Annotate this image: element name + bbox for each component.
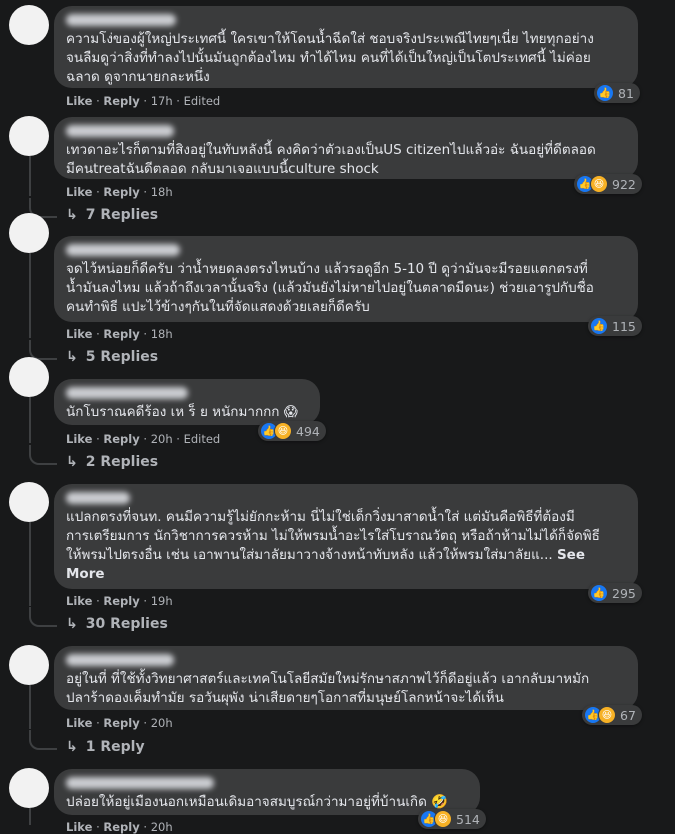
comment-text: ความโง่ของผู้ใหญ่ประเทศนี้ ใครเขาให้โดนน…: [66, 31, 594, 85]
timestamp[interactable]: 20h: [151, 716, 173, 730]
like-reaction-icon: 👍: [590, 317, 608, 335]
edited-label: Edited: [183, 432, 221, 446]
view-replies-button[interactable]: ↳ 7 Replies: [66, 207, 158, 223]
comment-actions: Like · Reply · 19h: [66, 594, 173, 608]
author-name[interactable]: [66, 654, 174, 666]
reply-arrow-icon: ↳: [66, 616, 78, 632]
reactions-count[interactable]: 👍 😆 67: [582, 705, 642, 725]
view-replies-button[interactable]: ↳ 30 Replies: [66, 616, 168, 632]
view-replies-button[interactable]: ↳ 2 Replies: [66, 454, 158, 470]
comment-text: นักโบราณคดีร้อง เห ร็ ย หนักมากกก 😱: [66, 404, 298, 420]
avatar[interactable]: [9, 116, 49, 156]
reply-button[interactable]: Reply: [103, 594, 139, 608]
like-button[interactable]: Like: [66, 185, 92, 199]
timestamp[interactable]: 20h: [151, 432, 173, 446]
reply-button[interactable]: Reply: [103, 820, 139, 834]
reactions-count[interactable]: 👍 115: [588, 316, 642, 336]
timestamp[interactable]: 18h: [151, 185, 173, 199]
avatar[interactable]: [9, 357, 49, 397]
comment-bubble: จดไว้หน่อยก็ดีครับ ว่าน้ำหยดลงตรงไหนบ้าง…: [54, 236, 638, 322]
like-button[interactable]: Like: [66, 432, 92, 446]
haha-reaction-icon: 😆: [274, 422, 292, 440]
comment-actions: Like · Reply · 17h · Edited: [66, 94, 221, 108]
haha-reaction-icon: 😆: [590, 175, 608, 193]
timestamp[interactable]: 19h: [151, 594, 173, 608]
like-button[interactable]: Like: [66, 594, 92, 608]
reactions-count[interactable]: 👍 81: [594, 83, 640, 103]
reply-button[interactable]: Reply: [103, 185, 139, 199]
comment-actions: Like · Reply · 20h: [66, 820, 173, 834]
thread-line: [29, 685, 31, 729]
comment-bubble: แปลกตรงที่จนท. คนมีความรู้ไม่ยักกะห้าม น…: [54, 484, 638, 589]
reply-arrow-icon: ↳: [66, 454, 78, 470]
avatar[interactable]: [9, 645, 49, 685]
timestamp[interactable]: 17h: [151, 94, 173, 108]
author-name[interactable]: [66, 244, 180, 256]
haha-reaction-icon: 😆: [598, 706, 616, 724]
avatar[interactable]: [9, 213, 49, 253]
reply-button[interactable]: Reply: [103, 94, 139, 108]
author-name[interactable]: [66, 492, 130, 504]
reply-button[interactable]: Reply: [103, 432, 139, 446]
haha-reaction-icon: 😆: [434, 810, 452, 828]
reply-button[interactable]: Reply: [103, 716, 139, 730]
timestamp[interactable]: 18h: [151, 327, 173, 341]
thread-connector: [29, 607, 57, 627]
avatar[interactable]: [9, 768, 49, 808]
thread-line: [29, 397, 31, 443]
thread-connector: [29, 730, 57, 750]
reactions-count[interactable]: 👍 😆 494: [258, 421, 326, 441]
reply-arrow-icon: ↳: [66, 349, 78, 365]
comment-bubble: อยู่ในที่ ที่ใช้ทั้งวิทยาศาสตร์และเทคโนโ…: [54, 646, 638, 710]
reply-arrow-icon: ↳: [66, 739, 78, 755]
author-name[interactable]: [66, 14, 176, 26]
comment-text: แปลกตรงที่จนท. คนมีความรู้ไม่ยักกะห้าม น…: [66, 509, 600, 582]
thread-line: [29, 808, 31, 825]
like-button[interactable]: Like: [66, 820, 92, 834]
like-reaction-icon: 👍: [590, 584, 608, 602]
comment-actions: Like · Reply · 18h: [66, 185, 173, 199]
comment-actions: Like · Reply · 18h: [66, 327, 173, 341]
comment-actions: Like · Reply · 20h · Edited: [66, 432, 221, 446]
like-button[interactable]: Like: [66, 94, 92, 108]
reactions-count[interactable]: 👍 😆 922: [574, 174, 642, 194]
thread-line: [29, 522, 31, 606]
avatar[interactable]: [9, 482, 49, 522]
avatar[interactable]: [9, 5, 49, 45]
comment-bubble: นักโบราณคดีร้อง เห ร็ ย หนักมากกก 😱: [54, 379, 320, 425]
comment-text: ปล่อยให้อยู่เมืองนอกเหมือนเดิมอาจสมบูรณ์…: [66, 794, 448, 810]
comment-text: อยู่ในที่ ที่ใช้ทั้งวิทยาศาสตร์และเทคโนโ…: [66, 671, 590, 706]
reply-button[interactable]: Reply: [103, 327, 139, 341]
like-button[interactable]: Like: [66, 327, 92, 341]
view-replies-button[interactable]: ↳ 1 Reply: [66, 739, 145, 755]
thread-connector: [29, 445, 57, 465]
reply-arrow-icon: ↳: [66, 207, 78, 223]
comment-bubble: เทวดาอะไรก็ตามที่สิงอยู่ในทับหลังนี้ คงค…: [54, 117, 638, 179]
like-reaction-icon: 👍: [596, 84, 614, 102]
author-name[interactable]: [66, 777, 214, 789]
author-name[interactable]: [66, 125, 174, 137]
reactions-count[interactable]: 👍 295: [588, 583, 642, 603]
comment-text: จดไว้หน่อยก็ดีครับ ว่าน้ำหยดลงตรงไหนบ้าง…: [66, 261, 594, 315]
comment-actions: Like · Reply · 20h: [66, 716, 173, 730]
reactions-count[interactable]: 👍 😆 514: [418, 809, 486, 829]
comment-bubble: ความโง่ของผู้ใหญ่ประเทศนี้ ใครเขาให้โดนน…: [54, 6, 638, 88]
comment-bubble: ปล่อยให้อยู่เมืองนอกเหมือนเดิมอาจสมบูรณ์…: [54, 769, 480, 815]
thread-line: [29, 253, 31, 338]
like-button[interactable]: Like: [66, 716, 92, 730]
comment-text: เทวดาอะไรก็ตามที่สิงอยู่ในทับหลังนี้ คงค…: [66, 142, 596, 177]
view-replies-button[interactable]: ↳ 5 Replies: [66, 349, 158, 365]
thread-line: [29, 156, 31, 196]
timestamp[interactable]: 20h: [151, 820, 173, 834]
author-name[interactable]: [66, 387, 188, 399]
edited-label: Edited: [183, 94, 221, 108]
